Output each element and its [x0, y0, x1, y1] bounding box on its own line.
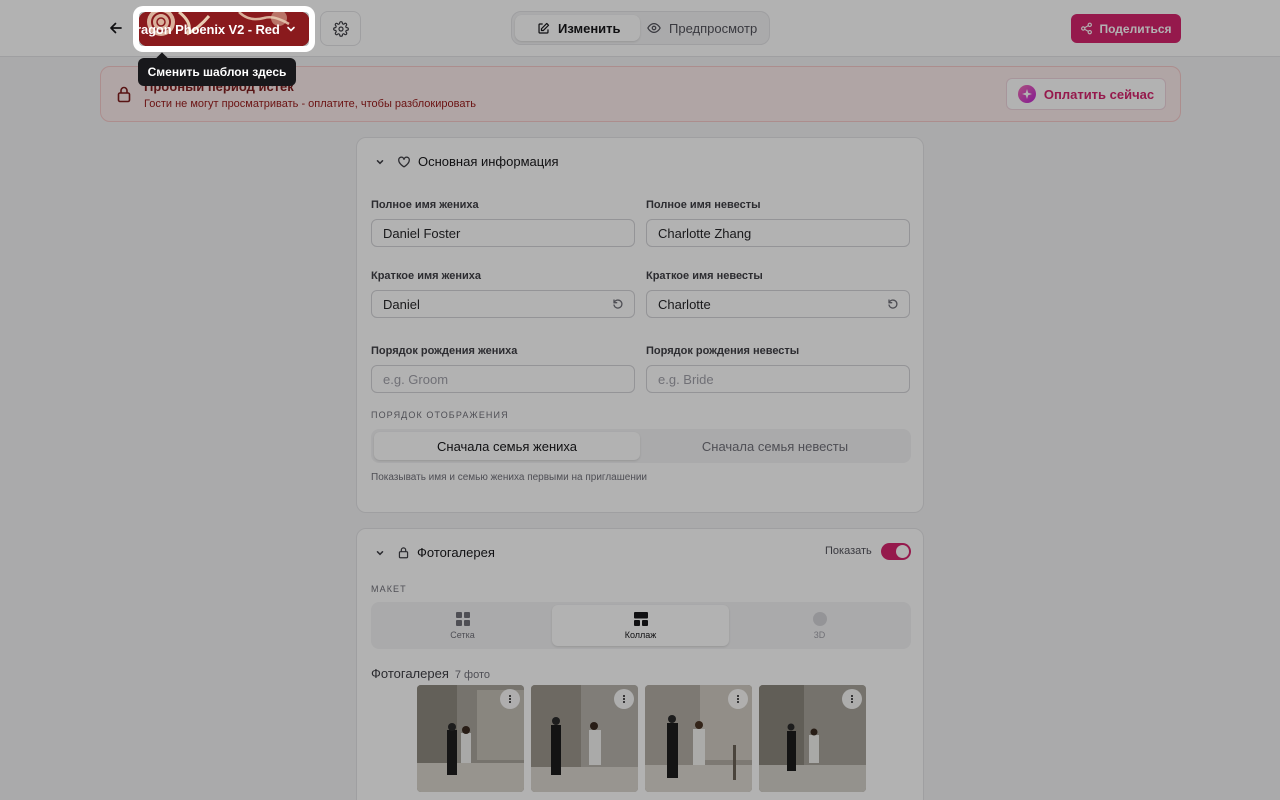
reset-icon[interactable] — [612, 298, 624, 310]
photo-menu-button[interactable] — [842, 689, 862, 709]
template-switcher-highlight[interactable]: ragon Phoenix V2 - Red — [139, 12, 309, 46]
photo-menu-button[interactable] — [728, 689, 748, 709]
bride-birth-order-label: Порядок рождения невесты — [646, 345, 800, 357]
layout-grid-label: Сетка — [450, 630, 475, 640]
gallery-photos-label: Фотогалерея — [371, 666, 449, 681]
layout-collage-label: Коллаж — [624, 630, 657, 640]
gallery-photos-heading: Фотогалерея 7 фото — [371, 666, 490, 681]
cube-icon — [812, 612, 827, 626]
gallery-header[interactable]: Фотогалерея — [375, 545, 495, 560]
bride-full-name-input[interactable]: Charlotte Zhang — [646, 219, 910, 247]
more-vertical-icon — [623, 695, 625, 703]
bride-birth-order-input[interactable]: e.g. Bride — [646, 365, 910, 393]
more-vertical-icon — [737, 695, 739, 703]
mode-switch: Изменить Предпросмотр — [511, 11, 770, 45]
bride-short-name-value: Charlotte — [658, 296, 711, 312]
groom-birth-order-input[interactable]: e.g. Groom — [371, 365, 635, 393]
gallery-photo[interactable] — [645, 685, 752, 792]
bride-short-name-input[interactable]: Charlotte — [646, 290, 910, 318]
layout-3d-option[interactable]: 3D — [731, 605, 908, 646]
pay-now-label: Оплатить сейчас — [1043, 86, 1155, 102]
lock-icon — [398, 547, 409, 559]
groom-full-name-input[interactable]: Daniel Foster — [371, 219, 635, 247]
eye-icon — [647, 23, 661, 33]
photo-count: 7 фото — [454, 669, 491, 681]
settings-button[interactable] — [320, 11, 361, 46]
basic-info-header[interactable]: Основная информация — [375, 154, 559, 169]
trial-subtitle: Гости не могут просматривать - оплатите,… — [144, 98, 476, 110]
arrow-left-icon — [110, 22, 122, 34]
groom-short-name-value: Daniel — [383, 296, 420, 312]
display-order-switch: Сначала семья жениха Сначала семья невес… — [371, 429, 911, 463]
show-toggle-label: Показать — [825, 545, 872, 557]
gallery-photo[interactable] — [417, 685, 524, 792]
photo-menu-button[interactable] — [500, 689, 520, 709]
heart-icon — [398, 156, 410, 167]
show-gallery-toggle[interactable] — [881, 543, 911, 560]
reset-icon[interactable] — [887, 298, 899, 310]
sparkle-icon — [1017, 85, 1036, 103]
layout-collage-option[interactable]: Коллаж — [552, 605, 729, 646]
groom-short-name-label: Краткое имя жениха — [371, 270, 481, 282]
basic-info-title: Основная информация — [418, 154, 559, 169]
order-bride-first-option[interactable]: Сначала семья невесты — [642, 432, 908, 460]
layout-switch: Сетка Коллаж 3D — [371, 602, 911, 649]
layout-grid-option[interactable]: Сетка — [374, 605, 551, 646]
gallery-title: Фотогалерея — [417, 545, 495, 560]
tab-preview[interactable]: Предпросмотр — [643, 15, 767, 41]
toggle-knob — [896, 545, 909, 558]
chevron-down-icon — [376, 550, 384, 555]
more-vertical-icon — [509, 695, 511, 703]
edit-icon — [538, 22, 550, 34]
layout-3d-label: 3D — [813, 630, 826, 640]
bride-full-name-label: Полное имя невесты — [646, 199, 761, 211]
onboarding-tooltip: Сменить шаблон здесь — [138, 58, 296, 86]
gallery-photo[interactable] — [531, 685, 638, 792]
tooltip-text: Сменить шаблон здесь — [147, 65, 287, 79]
photo-gallery-card: Фотогалерея Показать МАКЕТ Сетка Коллаж … — [356, 528, 924, 800]
share-button[interactable]: Поделиться — [1071, 14, 1181, 43]
chevron-down-icon — [287, 26, 295, 32]
share-button-label: Поделиться — [1099, 21, 1172, 36]
tab-edit-label: Изменить — [558, 20, 621, 36]
display-order-hint: Показывать имя и семью жениха первыми на… — [371, 472, 648, 483]
order-groom-first-option[interactable]: Сначала семья жениха — [374, 432, 640, 460]
tab-preview-label: Предпросмотр — [669, 20, 758, 36]
share-icon — [1081, 22, 1093, 35]
collage-icon — [633, 612, 648, 626]
lock-icon — [117, 86, 131, 103]
photo-menu-button[interactable] — [614, 689, 634, 709]
groom-full-name-label: Полное имя жениха — [371, 199, 479, 211]
gear-icon — [332, 20, 349, 37]
layout-caption: МАКЕТ — [371, 584, 407, 594]
tab-edit[interactable]: Изменить — [515, 15, 640, 41]
pay-now-button[interactable]: Оплатить сейчас — [1006, 78, 1166, 110]
groom-short-name-input[interactable]: Daniel — [371, 290, 635, 318]
back-button[interactable] — [100, 12, 132, 44]
gallery-photo[interactable] — [759, 685, 866, 792]
template-name: ragon Phoenix V2 - Red — [139, 21, 280, 37]
grid-icon — [455, 612, 470, 626]
more-vertical-icon — [851, 695, 853, 703]
bride-short-name-label: Краткое имя невесты — [646, 270, 763, 282]
display-order-caption: ПОРЯДОК ОТОБРАЖЕНИЯ — [371, 410, 509, 420]
chevron-down-icon — [376, 159, 384, 164]
groom-birth-order-label: Порядок рождения жениха — [371, 345, 518, 357]
basic-info-card: Основная информация Полное имя жениха Da… — [356, 137, 924, 513]
